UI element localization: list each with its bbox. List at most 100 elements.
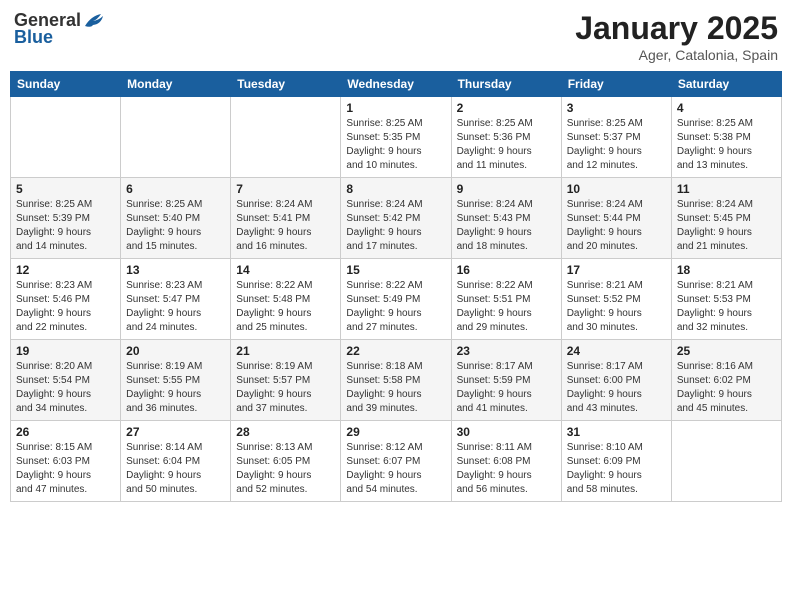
day-info: Sunrise: 8:25 AM Sunset: 5:36 PM Dayligh… bbox=[457, 117, 556, 173]
day-info: Sunrise: 8:17 AM Sunset: 6:00 PM Dayligh… bbox=[567, 360, 666, 416]
calendar-cell: 29 Sunrise: 8:12 AM Sunset: 6:07 PM Dayli… bbox=[341, 421, 451, 502]
calendar-cell: 18Sunrise: 8:21 AM Sunset: 5:53 PM Dayli… bbox=[671, 259, 781, 340]
day-info: Sunrise: 8:10 AM Sunset: 6:09 PM Dayligh… bbox=[567, 441, 666, 497]
day-number: 4 bbox=[677, 101, 776, 115]
calendar-cell: 21Sunrise: 8:19 AM Sunset: 5:57 PM Dayli… bbox=[231, 340, 341, 421]
day-number: 8 bbox=[346, 182, 445, 196]
day-number: 11 bbox=[677, 182, 776, 196]
calendar-cell: 11 Sunrise: 8:24 AM Sunset: 5:45 PM Dayli… bbox=[671, 178, 781, 259]
calendar-cell: 12Sunrise: 8:23 AM Sunset: 5:46 PM Dayli… bbox=[11, 259, 121, 340]
day-info: Sunrise: 8:24 AM Sunset: 5:41 PM Dayligh… bbox=[236, 198, 335, 254]
month-title: January 2025 bbox=[575, 10, 778, 47]
weekday-friday: Friday bbox=[561, 72, 671, 97]
calendar-cell: 28 Sunrise: 8:13 AM Sunset: 6:05 PM Dayli… bbox=[231, 421, 341, 502]
calendar-week-3: 12Sunrise: 8:23 AM Sunset: 5:46 PM Dayli… bbox=[11, 259, 782, 340]
day-info: Sunrise: 8:19 AM Sunset: 5:57 PM Dayligh… bbox=[236, 360, 335, 416]
calendar-cell: 27Sunrise: 8:14 AM Sunset: 6:04 PM Dayli… bbox=[121, 421, 231, 502]
day-info: Sunrise: 8:24 AM Sunset: 5:44 PM Dayligh… bbox=[567, 198, 666, 254]
day-number: 20 bbox=[126, 344, 225, 358]
calendar-cell bbox=[11, 97, 121, 178]
calendar-cell bbox=[671, 421, 781, 502]
day-info: Sunrise: 8:25 AM Sunset: 5:38 PM Dayligh… bbox=[677, 117, 776, 173]
calendar-week-5: 26 Sunrise: 8:15 AM Sunset: 6:03 PM Dayli… bbox=[11, 421, 782, 502]
logo-bird-icon bbox=[83, 12, 105, 30]
calendar-cell: 24Sunrise: 8:17 AM Sunset: 6:00 PM Dayli… bbox=[561, 340, 671, 421]
day-number: 17 bbox=[567, 263, 666, 277]
day-info: Sunrise: 8:25 AM Sunset: 5:39 PM Dayligh… bbox=[16, 198, 115, 254]
page-header: General Blue January 2025 Ager, Cataloni… bbox=[10, 10, 782, 63]
calendar-cell: 5 Sunrise: 8:25 AM Sunset: 5:39 PM Daylig… bbox=[11, 178, 121, 259]
calendar-cell: 4 Sunrise: 8:25 AM Sunset: 5:38 PM Daylig… bbox=[671, 97, 781, 178]
day-info: Sunrise: 8:21 AM Sunset: 5:52 PM Dayligh… bbox=[567, 279, 666, 335]
day-number: 19 bbox=[16, 344, 115, 358]
calendar-cell: 10 Sunrise: 8:24 AM Sunset: 5:44 PM Dayli… bbox=[561, 178, 671, 259]
day-info: Sunrise: 8:23 AM Sunset: 5:47 PM Dayligh… bbox=[126, 279, 225, 335]
weekday-sunday: Sunday bbox=[11, 72, 121, 97]
day-info: Sunrise: 8:24 AM Sunset: 5:42 PM Dayligh… bbox=[346, 198, 445, 254]
day-number: 2 bbox=[457, 101, 556, 115]
day-info: Sunrise: 8:22 AM Sunset: 5:48 PM Dayligh… bbox=[236, 279, 335, 335]
calendar-week-4: 19 Sunrise: 8:20 AM Sunset: 5:54 PM Dayli… bbox=[11, 340, 782, 421]
calendar-cell: 3 Sunrise: 8:25 AM Sunset: 5:37 PM Daylig… bbox=[561, 97, 671, 178]
day-number: 3 bbox=[567, 101, 666, 115]
calendar-cell bbox=[121, 97, 231, 178]
day-info: Sunrise: 8:15 AM Sunset: 6:03 PM Dayligh… bbox=[16, 441, 115, 497]
day-number: 16 bbox=[457, 263, 556, 277]
day-info: Sunrise: 8:12 AM Sunset: 6:07 PM Dayligh… bbox=[346, 441, 445, 497]
day-number: 10 bbox=[567, 182, 666, 196]
weekday-saturday: Saturday bbox=[671, 72, 781, 97]
calendar-cell: 1Sunrise: 8:25 AM Sunset: 5:35 PM Daylig… bbox=[341, 97, 451, 178]
calendar-cell: 22 Sunrise: 8:18 AM Sunset: 5:58 PM Dayli… bbox=[341, 340, 451, 421]
calendar-cell: 25 Sunrise: 8:16 AM Sunset: 6:02 PM Dayli… bbox=[671, 340, 781, 421]
calendar-table: SundayMondayTuesdayWednesdayThursdayFrid… bbox=[10, 71, 782, 502]
day-number: 28 bbox=[236, 425, 335, 439]
day-number: 23 bbox=[457, 344, 556, 358]
day-number: 15 bbox=[346, 263, 445, 277]
day-number: 13 bbox=[126, 263, 225, 277]
day-number: 26 bbox=[16, 425, 115, 439]
calendar-cell: 19 Sunrise: 8:20 AM Sunset: 5:54 PM Dayli… bbox=[11, 340, 121, 421]
calendar-cell bbox=[231, 97, 341, 178]
calendar-cell: 8 Sunrise: 8:24 AM Sunset: 5:42 PM Daylig… bbox=[341, 178, 451, 259]
day-number: 22 bbox=[346, 344, 445, 358]
day-info: Sunrise: 8:18 AM Sunset: 5:58 PM Dayligh… bbox=[346, 360, 445, 416]
calendar-cell: 15 Sunrise: 8:22 AM Sunset: 5:49 PM Dayli… bbox=[341, 259, 451, 340]
weekday-header-row: SundayMondayTuesdayWednesdayThursdayFrid… bbox=[11, 72, 782, 97]
calendar-week-1: 1Sunrise: 8:25 AM Sunset: 5:35 PM Daylig… bbox=[11, 97, 782, 178]
day-info: Sunrise: 8:21 AM Sunset: 5:53 PM Dayligh… bbox=[677, 279, 776, 335]
day-info: Sunrise: 8:23 AM Sunset: 5:46 PM Dayligh… bbox=[16, 279, 115, 335]
day-number: 29 bbox=[346, 425, 445, 439]
calendar-cell: 16 Sunrise: 8:22 AM Sunset: 5:51 PM Dayli… bbox=[451, 259, 561, 340]
calendar-cell: 9 Sunrise: 8:24 AM Sunset: 5:43 PM Daylig… bbox=[451, 178, 561, 259]
day-number: 25 bbox=[677, 344, 776, 358]
calendar-cell: 23Sunrise: 8:17 AM Sunset: 5:59 PM Dayli… bbox=[451, 340, 561, 421]
weekday-monday: Monday bbox=[121, 72, 231, 97]
logo: General Blue bbox=[14, 10, 105, 48]
day-info: Sunrise: 8:20 AM Sunset: 5:54 PM Dayligh… bbox=[16, 360, 115, 416]
calendar-cell: 30Sunrise: 8:11 AM Sunset: 6:08 PM Dayli… bbox=[451, 421, 561, 502]
day-info: Sunrise: 8:24 AM Sunset: 5:45 PM Dayligh… bbox=[677, 198, 776, 254]
day-info: Sunrise: 8:13 AM Sunset: 6:05 PM Dayligh… bbox=[236, 441, 335, 497]
logo-blue-text: Blue bbox=[14, 27, 53, 48]
day-info: Sunrise: 8:22 AM Sunset: 5:51 PM Dayligh… bbox=[457, 279, 556, 335]
calendar-cell: 6Sunrise: 8:25 AM Sunset: 5:40 PM Daylig… bbox=[121, 178, 231, 259]
title-block: January 2025 Ager, Catalonia, Spain bbox=[575, 10, 778, 63]
calendar-week-2: 5 Sunrise: 8:25 AM Sunset: 5:39 PM Daylig… bbox=[11, 178, 782, 259]
weekday-thursday: Thursday bbox=[451, 72, 561, 97]
day-info: Sunrise: 8:25 AM Sunset: 5:35 PM Dayligh… bbox=[346, 117, 445, 173]
location: Ager, Catalonia, Spain bbox=[575, 47, 778, 63]
day-number: 6 bbox=[126, 182, 225, 196]
day-number: 5 bbox=[16, 182, 115, 196]
calendar-cell: 31 Sunrise: 8:10 AM Sunset: 6:09 PM Dayli… bbox=[561, 421, 671, 502]
day-info: Sunrise: 8:16 AM Sunset: 6:02 PM Dayligh… bbox=[677, 360, 776, 416]
day-info: Sunrise: 8:14 AM Sunset: 6:04 PM Dayligh… bbox=[126, 441, 225, 497]
day-number: 9 bbox=[457, 182, 556, 196]
weekday-wednesday: Wednesday bbox=[341, 72, 451, 97]
calendar-cell: 14Sunrise: 8:22 AM Sunset: 5:48 PM Dayli… bbox=[231, 259, 341, 340]
day-number: 31 bbox=[567, 425, 666, 439]
calendar-cell: 26 Sunrise: 8:15 AM Sunset: 6:03 PM Dayli… bbox=[11, 421, 121, 502]
day-info: Sunrise: 8:24 AM Sunset: 5:43 PM Dayligh… bbox=[457, 198, 556, 254]
day-info: Sunrise: 8:25 AM Sunset: 5:37 PM Dayligh… bbox=[567, 117, 666, 173]
day-info: Sunrise: 8:22 AM Sunset: 5:49 PM Dayligh… bbox=[346, 279, 445, 335]
calendar-cell: 20Sunrise: 8:19 AM Sunset: 5:55 PM Dayli… bbox=[121, 340, 231, 421]
